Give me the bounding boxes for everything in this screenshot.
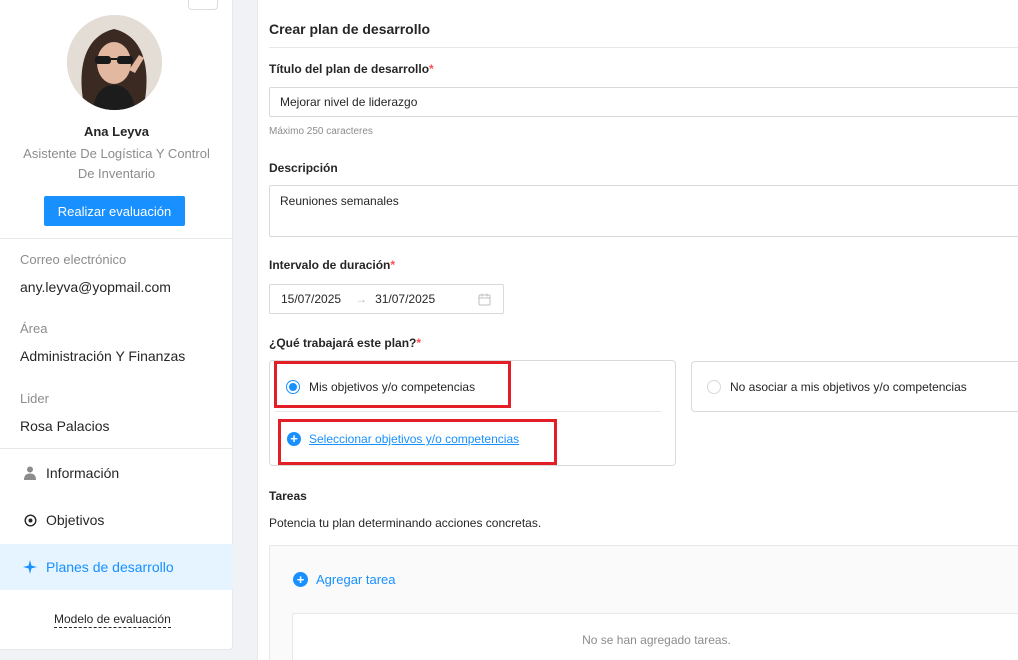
- development-plan-form: Crear plan de desarrollo Título del plan…: [257, 0, 1018, 660]
- menu-item-label: Información: [46, 465, 120, 481]
- avatar: [67, 15, 162, 110]
- required-mark: *: [390, 258, 396, 272]
- evaluation-model-link[interactable]: Modelo de evaluación: [54, 612, 171, 628]
- menu-item-planes-de-desarrollo[interactable]: Planes de desarrollo: [0, 544, 233, 590]
- required-mark: *: [429, 62, 434, 76]
- range-arrow-icon: →: [355, 292, 368, 306]
- empty-tasks-text: No se han agregado tareas.: [582, 633, 731, 647]
- menu-item-informacion[interactable]: Información: [0, 450, 233, 496]
- description-label: Descripción: [269, 161, 338, 175]
- target-icon: [22, 512, 38, 528]
- description-textarea[interactable]: Reuniones semanales: [269, 185, 1018, 237]
- sparkle-icon: [22, 559, 38, 575]
- radio-unchecked-icon[interactable]: [707, 380, 721, 394]
- plan-title-label: Título del plan de desarrollo*: [269, 62, 434, 76]
- menu-item-label: Planes de desarrollo: [46, 559, 174, 575]
- required-mark: *: [416, 336, 422, 350]
- leader-value: Rosa Palacios: [20, 418, 110, 434]
- email-label: Correo electrónico: [20, 252, 127, 267]
- collapse-tab[interactable]: [188, 0, 218, 10]
- add-task-button[interactable]: + Agregar tarea: [293, 572, 396, 587]
- user-icon: [22, 465, 38, 481]
- profile-sidebar: Ana Leyva Asistente De Logística Y Contr…: [0, 0, 233, 650]
- add-task-label: Agregar tarea: [316, 572, 396, 587]
- menu-item-objetivos[interactable]: Objetivos: [0, 497, 233, 543]
- highlight-box: [274, 361, 511, 408]
- menu-item-label: Objetivos: [46, 512, 105, 528]
- divider: [275, 411, 661, 412]
- evaluate-button[interactable]: Realizar evaluación: [44, 196, 185, 226]
- tasks-description: Potencia tu plan determinando acciones c…: [269, 516, 542, 530]
- email-value: any.leyva@yopmail.com: [20, 279, 171, 295]
- profile-role: Asistente De Logística Y Control De Inve…: [23, 146, 210, 181]
- radio-no-objectives[interactable]: No asociar a mis objetivos y/o competenc…: [707, 380, 967, 394]
- plan-title-input[interactable]: [269, 87, 1018, 117]
- divider: [0, 448, 233, 449]
- date-range-picker[interactable]: 15/07/2025 → 31/07/2025: [269, 284, 504, 314]
- radio-no-objectives-label: No asociar a mis objetivos y/o competenc…: [730, 380, 967, 394]
- tasks-label: Tareas: [269, 489, 307, 503]
- start-date[interactable]: 15/07/2025: [281, 292, 341, 306]
- work-question-label: ¿Qué trabajará este plan?*: [269, 336, 422, 350]
- plus-circle-icon: +: [293, 572, 308, 587]
- page-title: Crear plan de desarrollo: [269, 21, 431, 37]
- divider: [269, 47, 1018, 48]
- end-date[interactable]: 31/07/2025: [375, 292, 435, 306]
- divider: [0, 238, 233, 239]
- interval-label: Intervalo de duración*: [269, 258, 396, 272]
- empty-tasks-box: No se han agregado tareas.: [292, 613, 1018, 660]
- plan-title-hint: Máximo 250 caracteres: [269, 126, 373, 137]
- profile-name: Ana Leyva: [83, 124, 150, 139]
- area-label: Área: [20, 321, 48, 336]
- highlight-box: [278, 419, 557, 465]
- calendar-icon: [478, 293, 491, 306]
- leader-label: Lider: [20, 391, 49, 406]
- area-value: Administración Y Finanzas: [20, 348, 186, 364]
